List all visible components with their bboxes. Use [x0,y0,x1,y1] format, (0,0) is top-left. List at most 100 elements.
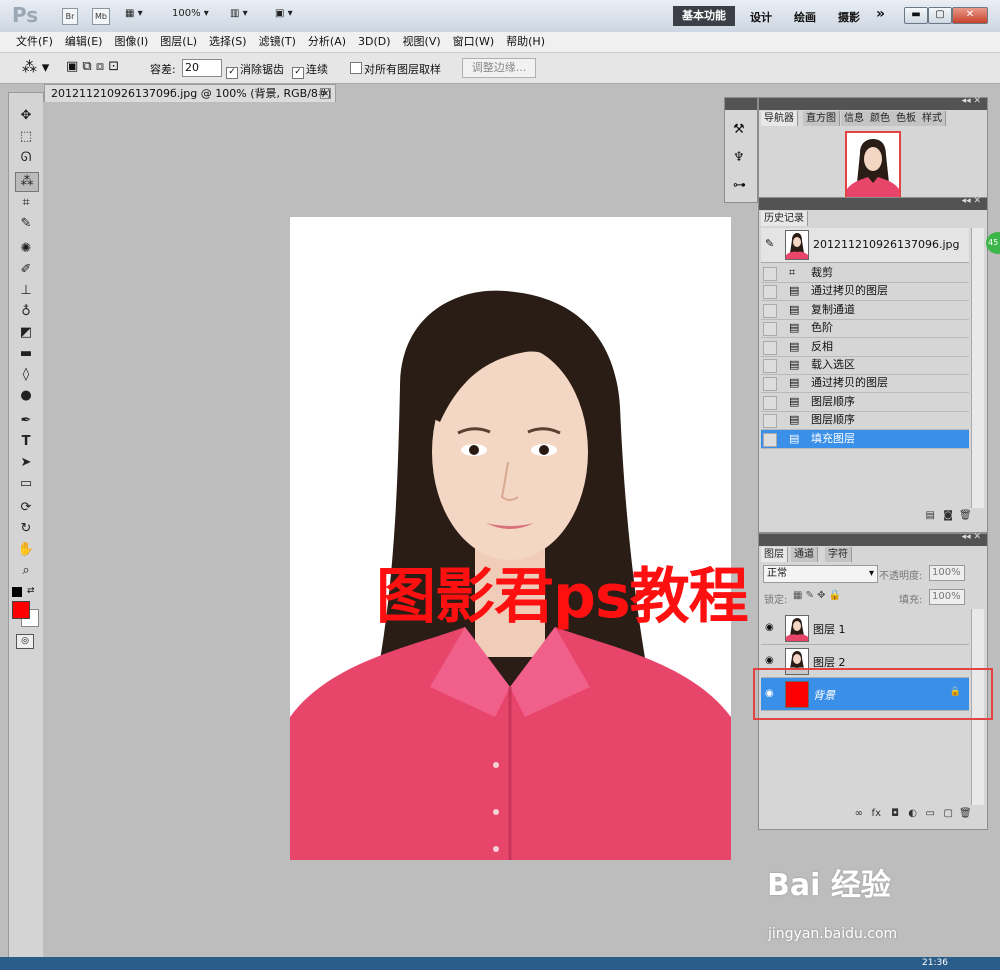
view-extras-icon[interactable]: ▦ ▾ [125,8,143,19]
fill-input[interactable]: 100% [929,589,965,605]
new-group-icon[interactable]: ▭ [923,809,935,819]
tolerance-input[interactable]: 20 [182,59,222,77]
zoom-tool-icon[interactable]: ⌕ [15,562,37,580]
eraser-tool-icon[interactable]: ◩ [15,324,37,342]
workspace-painting[interactable]: 绘画 [794,9,816,25]
tool-presets-icon[interactable]: ⚒ [733,122,745,137]
history-brush-source-box[interactable] [763,395,777,410]
clone-stamp-tool-icon[interactable]: ⊥ [15,282,37,300]
adjustment-layer-icon[interactable]: ◐ [905,809,917,819]
history-brush-source-box[interactable] [763,359,777,373]
foreground-color-swatch[interactable] [12,601,30,619]
document-canvas[interactable] [290,217,731,860]
menu-window[interactable]: 窗口(W) [447,32,500,52]
history-brush-source-box[interactable] [763,322,777,337]
3d-orbit-tool-icon[interactable]: ↻ [15,520,37,538]
new-document-from-state-icon[interactable]: ▤ [923,511,935,521]
antialias-checkbox[interactable]: ✓ 消除锯齿 [226,61,284,79]
history-brush-source-box[interactable] [763,303,777,318]
minimize-button[interactable]: ▬ [904,7,928,24]
new-layer-icon[interactable]: ▢ [941,809,953,819]
blend-mode-select[interactable]: 正常 ▾ [763,565,878,583]
shape-tool-icon[interactable]: ▭ [15,475,37,493]
navigator-preview[interactable] [845,131,901,201]
history-brush-source-box[interactable] [763,285,777,300]
brush-tool-icon[interactable]: ✐ [15,261,37,279]
tab-swatches[interactable]: 色板 [893,111,920,126]
tab-info[interactable]: 信息 [841,111,868,126]
quick-mask-icon[interactable]: ◎ [16,634,34,649]
refine-edge-button[interactable]: 调整边缘... [462,58,536,78]
tab-color[interactable]: 颜色 [867,111,894,126]
swap-colors-icon[interactable]: ⇄ [27,586,35,596]
history-item[interactable]: ▤ 载入选区 [761,356,969,375]
hand-tool-icon[interactable]: ✋ [15,541,37,559]
tab-styles[interactable]: 样式 [919,111,946,126]
minibridge-button[interactable]: Mb [92,8,110,25]
tab-layers[interactable]: 图层 [761,547,788,562]
document-close-icon[interactable]: ✕ [320,88,331,99]
layer-mask-icon[interactable]: ◘ [887,809,899,819]
dodge-tool-icon[interactable]: ● [15,387,37,405]
screen-mode-icon[interactable]: ▣ ▾ [275,8,293,19]
menu-select[interactable]: 选择(S) [203,32,253,52]
history-brush-source-box[interactable] [763,267,777,281]
arrange-documents-icon[interactable]: ▥ ▾ [230,8,248,19]
history-scrollbar[interactable] [971,228,984,508]
pen-tool-icon[interactable]: ✒ [15,412,37,430]
history-item[interactable]: ⌗ 裁剪 [761,264,969,283]
workspace-design[interactable]: 设计 [750,9,772,25]
history-item[interactable]: ▤ 图层顺序 [761,411,969,431]
tab-histogram[interactable]: 直方图 [803,111,840,126]
menu-3d[interactable]: 3D(D) [352,32,397,52]
tab-navigator[interactable]: 导航器 [761,111,798,126]
workspace-essentials[interactable]: 基本功能 [673,6,735,26]
menu-help[interactable]: 帮助(H) [500,32,551,52]
lock-icons[interactable]: ▦ ✎ ✥ 🔒 [793,590,841,601]
visibility-eye-icon[interactable]: ◉ [765,655,774,666]
history-item[interactable]: ▤ 通过拷贝的图层 [761,374,969,394]
delete-layer-icon[interactable]: 🗑 [959,809,972,819]
tab-character[interactable]: 字符 [825,547,852,562]
history-brush-tool-icon[interactable]: ♁ [15,303,37,321]
blur-tool-icon[interactable]: ◊ [15,366,37,384]
menu-edit[interactable]: 编辑(E) [59,32,109,52]
history-brush-source-box[interactable] [763,432,777,447]
history-snapshot[interactable]: ✎ 201211210926137096.jpg [761,228,969,263]
history-brush-source-box[interactable] [763,377,777,392]
history-item[interactable]: ▤ 填充图层 [761,429,969,449]
default-colors-icon[interactable] [12,587,22,597]
close-button[interactable]: ✕ [952,7,988,24]
gradient-tool-icon[interactable]: ▬ [15,345,37,363]
opacity-input[interactable]: 100% [929,565,965,581]
quick-selection-tool-icon[interactable]: ⁂ ▾ [22,58,49,76]
document-tab[interactable]: 20121121092613709б.jpg @ 100% (背景, RGB/8… [44,84,336,118]
lasso-tool-icon[interactable]: ᘏ [15,149,37,167]
more-workspaces-icon[interactable]: » [876,6,885,22]
history-brush-source-box[interactable] [763,340,777,355]
history-item[interactable]: ▤ 复制通道 [761,301,969,320]
history-item[interactable]: ▤ 反相 [761,338,969,357]
menu-analysis[interactable]: 分析(A) [302,32,352,52]
new-snapshot-icon[interactable]: ◙ [941,511,953,521]
notification-badge[interactable]: 45 [986,232,1000,254]
clone-source-icon[interactable]: ⊶ [733,178,746,193]
crop-tool-icon[interactable]: ⌗ [15,194,37,212]
marquee-tool-icon[interactable]: ⬚ [15,128,37,146]
zoom-level[interactable]: 100% ▾ [172,8,209,19]
link-layers-icon[interactable]: ∞ [851,809,863,819]
history-item[interactable]: ▤ 通过拷贝的图层 [761,282,969,302]
visibility-eye-icon[interactable]: ◉ [765,622,774,633]
history-item[interactable]: ▤ 图层顺序 [761,393,969,412]
bridge-button[interactable]: Br [62,8,78,25]
brushes-icon[interactable]: ♆ [733,150,745,165]
move-tool-icon[interactable]: ✥ [15,107,37,125]
3d-rotate-tool-icon[interactable]: ⟳ [15,499,37,517]
menu-image[interactable]: 图像(I) [108,32,154,52]
delete-state-icon[interactable]: 🗑 [959,511,972,521]
maximize-button[interactable]: ▢ [928,7,952,24]
contiguous-checkbox[interactable]: ✓ 连续 [292,61,328,79]
tab-history[interactable]: 历史记录 [761,211,808,226]
history-item[interactable]: ▤ 色阶 [761,319,969,339]
type-tool-icon[interactable]: T [15,433,37,451]
